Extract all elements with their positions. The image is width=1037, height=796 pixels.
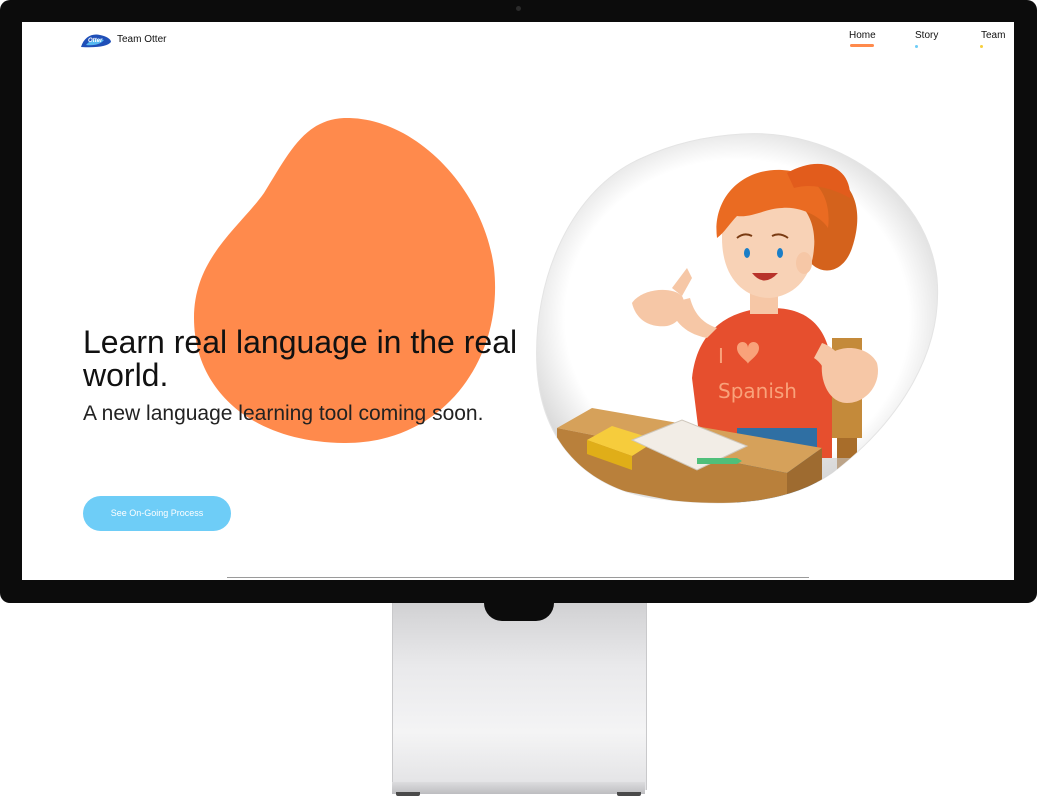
monitor-hinge <box>484 603 554 621</box>
monitor-foot-left <box>396 792 420 796</box>
camera-icon <box>516 6 521 11</box>
see-ongoing-process-button[interactable]: See On-Going Process <box>83 496 231 531</box>
nav-team[interactable]: Team <box>981 30 1005 41</box>
section-divider <box>227 577 809 578</box>
monitor-stand-base <box>392 782 645 794</box>
brand-name[interactable]: Team Otter <box>117 34 166 45</box>
shirt-text-line1: I <box>718 344 724 368</box>
student-illustration: I Spanish <box>536 133 939 504</box>
orange-blob-shape <box>194 118 496 444</box>
hero-subline: A new language learning tool coming soon… <box>83 402 484 425</box>
nav-home-active-indicator <box>850 44 874 47</box>
nav-story-indicator <box>915 45 918 48</box>
shirt-text-line2: Spanish <box>718 379 797 403</box>
nav-story[interactable]: Story <box>915 30 938 41</box>
monitor-foot-right <box>617 792 641 796</box>
nav-team-indicator <box>980 45 983 48</box>
otter-logo-icon: Otter <box>81 34 111 48</box>
website-screen: Otter Team Otter Home Story Team Learn r… <box>22 22 1014 580</box>
hero-headline: Learn real language in the real world. <box>83 324 518 393</box>
logo-text: Otter <box>88 38 103 44</box>
nav-home[interactable]: Home <box>849 30 876 41</box>
monitor-stand <box>392 598 647 790</box>
